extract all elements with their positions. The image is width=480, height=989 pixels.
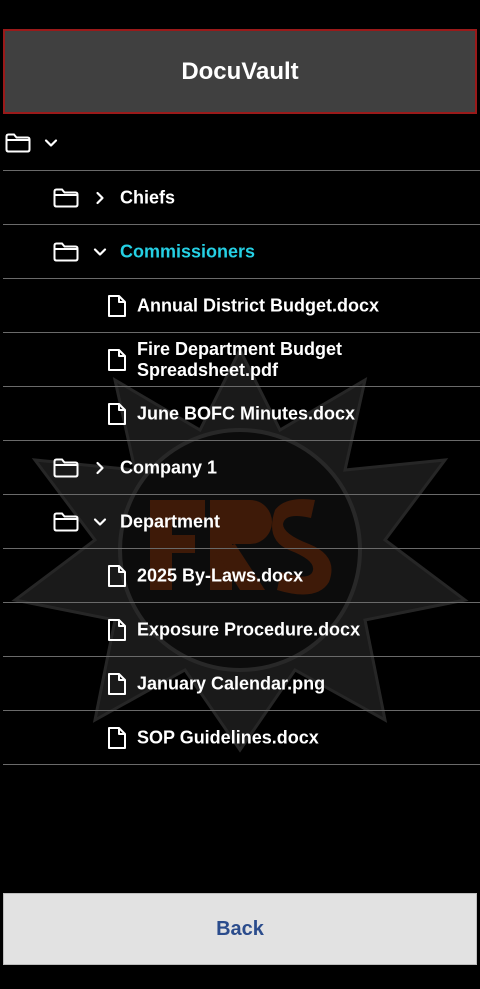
chevron-right-icon[interactable]	[93, 461, 107, 475]
file-label-line2: Spreadsheet.pdf	[137, 359, 279, 380]
footer: Back	[0, 889, 480, 989]
folder-icon	[53, 188, 79, 207]
file-row[interactable]: January Calendar.png	[3, 657, 480, 711]
file-label: January Calendar.png	[137, 673, 326, 693]
document-icon	[108, 564, 126, 587]
folder-row-chiefs[interactable]: Chiefs	[3, 171, 480, 225]
file-label-line1: Fire Department Budget	[137, 338, 343, 359]
tree-root-row[interactable]	[0, 115, 480, 170]
file-label: June BOFC Minutes.docx	[137, 403, 356, 423]
file-label: Fire Department Budget Spreadsheet.pdf	[137, 339, 342, 381]
back-button[interactable]: Back	[3, 893, 477, 965]
folder-icon	[53, 512, 79, 531]
chevron-down-icon[interactable]	[44, 136, 58, 150]
file-row[interactable]: Exposure Procedure.docx	[3, 603, 480, 657]
back-button-label: Back	[216, 917, 264, 940]
folder-icon	[53, 458, 79, 477]
chevron-right-icon[interactable]	[93, 191, 107, 205]
document-icon	[108, 402, 126, 425]
app-title: DocuVault	[181, 57, 299, 85]
chevron-down-icon[interactable]	[93, 245, 107, 259]
file-row[interactable]: 2025 By-Laws.docx	[3, 549, 480, 603]
folder-label: Department	[120, 511, 221, 531]
folder-row-company-1[interactable]: Company 1	[3, 441, 480, 495]
folder-label: Chiefs	[120, 187, 176, 207]
file-label: Annual District Budget.docx	[137, 295, 380, 315]
folder-row-department[interactable]: Department	[3, 495, 480, 549]
app-header: DocuVault	[3, 29, 477, 114]
document-icon	[108, 348, 126, 371]
file-tree: Chiefs Commissioners Annual District Bud…	[0, 115, 480, 765]
folder-icon	[53, 242, 79, 261]
folder-row-commissioners[interactable]: Commissioners	[3, 225, 480, 279]
folder-icon	[5, 133, 31, 152]
folder-label: Company 1	[120, 457, 218, 477]
file-label: 2025 By-Laws.docx	[137, 565, 304, 585]
file-label: SOP Guidelines.docx	[137, 727, 319, 747]
file-row[interactable]: June BOFC Minutes.docx	[3, 387, 480, 441]
document-icon	[108, 726, 126, 749]
file-label: Exposure Procedure.docx	[137, 619, 361, 639]
document-icon	[108, 618, 126, 641]
file-row[interactable]: Annual District Budget.docx	[3, 279, 480, 333]
folder-label: Commissioners	[120, 241, 256, 261]
file-row[interactable]: SOP Guidelines.docx	[3, 711, 480, 765]
file-row[interactable]: Fire Department Budget Spreadsheet.pdf	[3, 333, 480, 387]
document-icon	[108, 672, 126, 695]
chevron-down-icon[interactable]	[93, 515, 107, 529]
document-icon	[108, 294, 126, 317]
